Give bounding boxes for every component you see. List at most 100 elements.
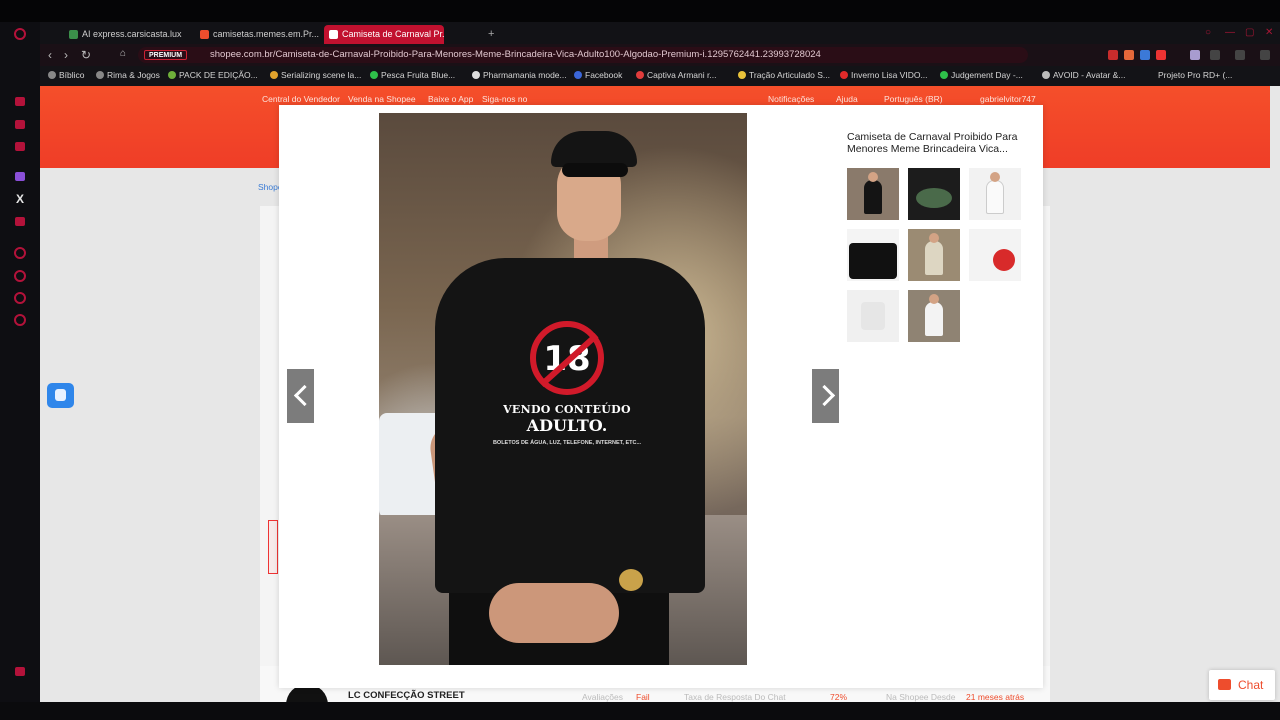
- header-link[interactable]: Siga-nos no: [482, 94, 527, 104]
- extension-icon[interactable]: [1108, 50, 1118, 60]
- extension-icon[interactable]: [1156, 50, 1166, 60]
- bookmark-item[interactable]: Tração Articulado S...: [738, 70, 830, 80]
- seller-stat-label: Avaliações: [582, 692, 623, 702]
- address-bar-row: ‹ › ↻ ⌂ PREMIUM shopee.com.br/Camiseta-d…: [40, 44, 1280, 66]
- url-text[interactable]: shopee.com.br/Camiseta-de-Carnaval-Proib…: [210, 49, 821, 60]
- bookmark-item[interactable]: Serializing scene la...: [270, 70, 361, 80]
- tab-favicon-icon: [69, 30, 78, 39]
- seller-stat-label: Na Shopee Desde: [886, 692, 956, 702]
- header-link[interactable]: Baixe o App: [428, 94, 473, 104]
- minimize-icon[interactable]: —: [1225, 27, 1235, 38]
- history-icon[interactable]: [15, 142, 25, 151]
- bookmark-item[interactable]: Bíblico: [48, 70, 85, 80]
- bookmark-favicon-icon: [472, 71, 480, 79]
- opera-logo-icon[interactable]: [14, 28, 26, 40]
- bookmark-item[interactable]: Judgement Day -...: [940, 70, 1023, 80]
- new-tab-button[interactable]: +: [488, 28, 494, 40]
- thumbnail-3[interactable]: [969, 168, 1021, 220]
- search-tabs-icon[interactable]: ○: [1205, 27, 1211, 38]
- cube-icon[interactable]: [14, 292, 26, 304]
- image-viewer-modal: 18 VENDO CONTEÚDO ADULTO. BOLETOS DE ÁGU…: [279, 105, 1043, 688]
- bookmarks-icon[interactable]: [15, 120, 25, 129]
- reload-icon[interactable]: ↻: [81, 48, 91, 62]
- extension-icon[interactable]: [1124, 50, 1134, 60]
- x-twitter-icon[interactable]: X: [13, 192, 27, 206]
- tab-favicon-icon: [329, 30, 338, 39]
- main-product-image[interactable]: 18 VENDO CONTEÚDO ADULTO. BOLETOS DE ÁGU…: [379, 113, 747, 665]
- tab-label: camisetas.memes.em.Pr...: [213, 29, 320, 39]
- bookmark-item[interactable]: Pharmamania mode...: [472, 70, 567, 80]
- music-icon[interactable]: [14, 247, 26, 259]
- close-icon[interactable]: ✕: [1265, 27, 1273, 38]
- browser-sidebar: X: [0, 22, 40, 720]
- language-selector[interactable]: Português (BR): [884, 94, 943, 104]
- shirt-print-line2: ADULTO.: [526, 416, 608, 435]
- tab-3-active[interactable]: Camiseta de Carnaval Pr...: [324, 25, 444, 44]
- twitch-icon[interactable]: [15, 172, 25, 181]
- bookmarks-bar: Bíblico Rima & Jogos PACK DE EDIÇÃO... S…: [40, 66, 1280, 86]
- bookmark-favicon-icon: [370, 71, 378, 79]
- shirt-print-line1: VENDO CONTEÚDO: [503, 403, 631, 416]
- thumbnail-6[interactable]: [969, 229, 1021, 281]
- back-icon[interactable]: ‹: [48, 48, 52, 62]
- settings-icon[interactable]: [14, 314, 26, 326]
- bookmark-favicon-icon: [738, 71, 746, 79]
- bookmark-item[interactable]: PACK DE EDIÇÃO...: [168, 70, 258, 80]
- clock-icon[interactable]: [14, 270, 26, 282]
- download-icon[interactable]: [1210, 50, 1220, 60]
- top-bar: [0, 0, 1280, 22]
- help-link[interactable]: Ajuda: [836, 94, 858, 104]
- thumbnail-5[interactable]: [908, 229, 960, 281]
- tab-1[interactable]: AI express.carsicasta.lux: [64, 25, 192, 44]
- youtube-icon: [840, 71, 848, 79]
- thumbnail-8[interactable]: [908, 290, 960, 342]
- notifications-link[interactable]: Notificações: [768, 94, 814, 104]
- photo-cap: [551, 131, 637, 167]
- bottom-bar: [0, 702, 1280, 720]
- tab-label: Camiseta de Carnaval Pr...: [342, 29, 444, 39]
- thumbnail-4[interactable]: [847, 229, 899, 281]
- seller-stat-value: 21 meses atrás: [966, 692, 1025, 702]
- bookmark-item[interactable]: Facebook: [574, 70, 622, 80]
- thumbnail-2[interactable]: [908, 168, 960, 220]
- more-icon[interactable]: [15, 667, 25, 676]
- thumbnail-7[interactable]: [847, 290, 899, 342]
- thumbnail-edge[interactable]: [268, 520, 278, 574]
- seller-stat-value: 72%: [830, 692, 848, 702]
- thumbnail-1[interactable]: [847, 168, 899, 220]
- chat-button[interactable]: Chat: [1209, 670, 1275, 700]
- profile-avatar[interactable]: [1190, 50, 1200, 60]
- bookmark-item[interactable]: Captiva Armani r...: [636, 70, 716, 80]
- account-link[interactable]: gabrielvitor747: [980, 94, 1036, 104]
- home-icon[interactable]: [15, 97, 25, 106]
- next-image-button[interactable]: [812, 369, 839, 423]
- bookmark-item[interactable]: Inverno Lisa VIDO...: [840, 70, 928, 80]
- extension-icon[interactable]: [1140, 50, 1150, 60]
- bookmark-item[interactable]: Pesca Fruita Blue...: [370, 70, 455, 80]
- lock-icon: ⌂: [120, 48, 127, 59]
- menu-icon[interactable]: [1260, 50, 1270, 60]
- tab-favicon-icon: [200, 30, 209, 39]
- seller-name[interactable]: LC CONFECÇÃO STREET: [348, 690, 465, 701]
- product-title: Camiseta de Carnaval Proibido Para Menor…: [847, 131, 1018, 155]
- header-link[interactable]: Venda na Shopee: [348, 94, 416, 104]
- bookmark-favicon-icon: [168, 71, 176, 79]
- chat-bubble-icon: [1218, 679, 1231, 690]
- photo-watch: [619, 569, 643, 591]
- ai-icon[interactable]: [1235, 50, 1245, 60]
- maximize-icon[interactable]: ▢: [1245, 27, 1254, 38]
- url-field[interactable]: PREMIUM shopee.com.br/Camiseta-de-Carnav…: [138, 47, 1028, 63]
- header-link[interactable]: Central do Vendedor: [262, 94, 340, 104]
- tab-label: AI express.carsicasta.lux: [82, 29, 182, 39]
- messenger-icon[interactable]: [15, 217, 25, 226]
- translate-float-icon[interactable]: [47, 383, 74, 408]
- photo-sunglasses: [562, 163, 628, 177]
- forward-icon[interactable]: ›: [64, 48, 68, 62]
- previous-image-button[interactable]: [287, 369, 314, 423]
- shirt-print-line3: BOLETOS DE ÁGUA, LUZ, TELEFONE, INTERNET…: [492, 440, 642, 446]
- bookmark-favicon-icon: [1042, 71, 1050, 79]
- bookmark-item[interactable]: Rima & Jogos: [96, 70, 160, 80]
- bookmark-item[interactable]: Projeto Pro RD+ (...: [1158, 70, 1232, 80]
- bookmark-item[interactable]: AVOID - Avatar &...: [1042, 70, 1125, 80]
- tab-2[interactable]: camisetas.memes.em.Pr...: [195, 25, 323, 44]
